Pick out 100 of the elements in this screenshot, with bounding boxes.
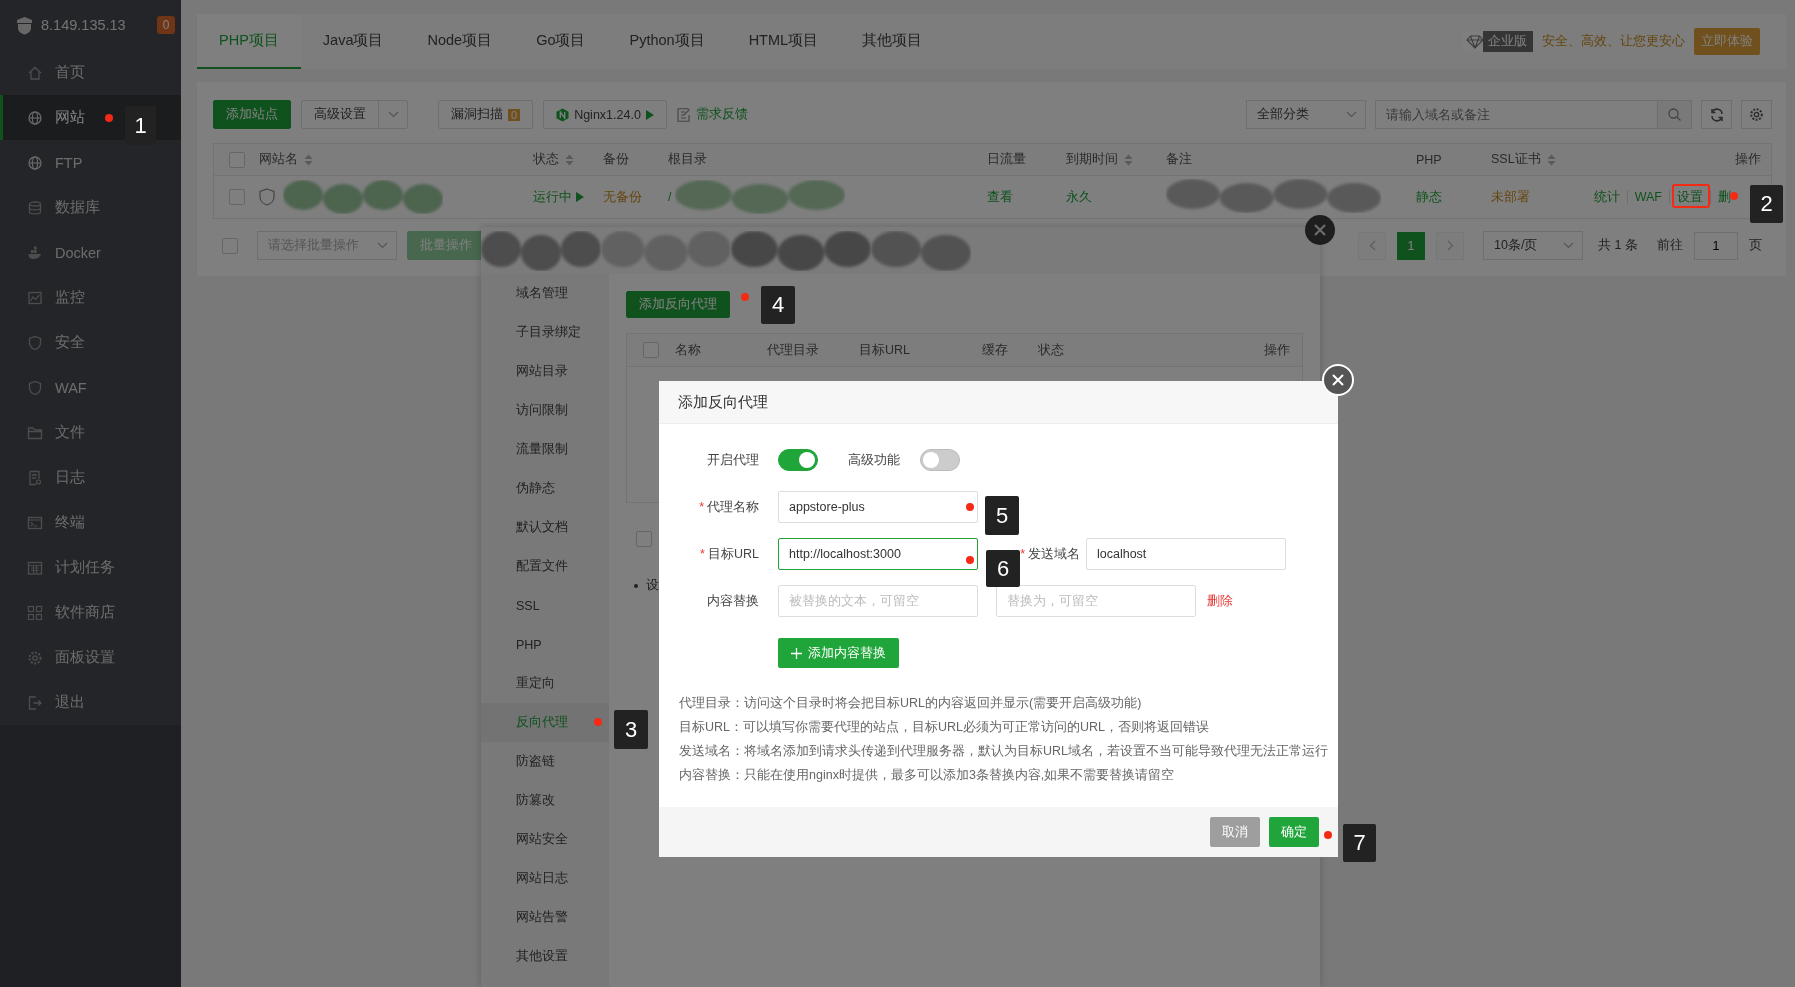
column-header: 代理目录 (767, 341, 820, 359)
project-tab[interactable]: Node项目 (405, 14, 515, 69)
settings-menu-item[interactable]: 防盗链 (481, 742, 609, 781)
settings-menu-item[interactable]: 其他设置 (481, 937, 609, 976)
column-header: 缓存 (982, 341, 1009, 359)
settings-menu-item[interactable]: 网站告警 (481, 898, 609, 937)
checkbox[interactable] (228, 151, 245, 168)
sidebar-item[interactable]: 退出 (0, 680, 181, 725)
try-now-button[interactable]: 立即体验 (1694, 28, 1760, 55)
sidebar-item[interactable]: 安全 (0, 320, 181, 365)
toggle-switch[interactable] (778, 449, 818, 471)
vulnerability-scan-button[interactable]: 漏洞扫描 0 (438, 100, 534, 129)
sidebar-item[interactable]: 计划任务 (0, 545, 181, 590)
settings-menu-item[interactable]: 网站安全 (481, 820, 609, 859)
search-field[interactable]: 请输入域名或备注 (1375, 100, 1658, 129)
cancel-button[interactable]: 取消 (1210, 817, 1260, 847)
settings-menu-item[interactable]: 重定向 (481, 664, 609, 703)
advanced-settings-dropdown[interactable]: 高级设置 (301, 100, 408, 129)
project-tab[interactable]: 其他项目 (840, 14, 945, 69)
field-label: * 发送域名 (1019, 545, 1080, 563)
project-tab[interactable]: Java项目 (300, 14, 406, 69)
settings-menu-item[interactable]: 流量限制 (481, 430, 609, 469)
settings-menu-item[interactable]: SSL (481, 586, 609, 625)
page-input[interactable]: 1 (1694, 231, 1738, 260)
sidebar-item[interactable]: 文件 (0, 410, 181, 455)
search-icon (1668, 108, 1681, 121)
action-link[interactable]: 统计 (1586, 190, 1628, 204)
sidebar-item[interactable]: 日志 (0, 455, 181, 500)
settings-menu-item[interactable]: 伪静态 (481, 469, 609, 508)
sidebar-item[interactable]: 终端 (0, 500, 181, 545)
settings-menu-item[interactable]: 反向代理 (481, 703, 609, 742)
add-site-button[interactable]: 添加站点 (213, 100, 291, 129)
action-link[interactable]: WAF (1627, 190, 1670, 204)
settings-menu-item[interactable]: 防篡改 (481, 781, 609, 820)
sidebar-item[interactable]: 软件商店 (0, 590, 181, 635)
search-button[interactable] (1658, 100, 1692, 129)
settings-menu-item[interactable]: 默认文档 (481, 508, 609, 547)
project-tab[interactable]: HTML项目 (726, 14, 841, 69)
sidebar-item[interactable]: Docker (0, 230, 181, 275)
page-unit: 页 (1749, 237, 1762, 254)
settings-menu-item[interactable]: PHP (481, 625, 609, 664)
settings-menu-item[interactable]: 网站目录 (481, 352, 609, 391)
page-button[interactable]: 1 (1397, 231, 1426, 260)
sidebar-item[interactable]: 面板设置 (0, 635, 181, 680)
category-select[interactable]: 全部分类 (1246, 100, 1366, 129)
play-icon (645, 109, 654, 120)
nginx-button[interactable]: Nginx1.24.0 (543, 100, 667, 129)
page-size-select[interactable]: 10条/页 (1483, 231, 1584, 260)
sort-icon[interactable] (1124, 153, 1133, 166)
checkbox[interactable] (222, 237, 238, 254)
settings-menu-item[interactable]: 域名管理 (481, 274, 609, 313)
sidebar-item[interactable]: WAF (0, 365, 181, 410)
sidebar-item[interactable]: 监控 (0, 275, 181, 320)
backup-text[interactable]: 无备份 (603, 188, 642, 206)
expiry-text[interactable]: 永久 (1066, 188, 1092, 206)
sidebar-item[interactable]: 数据库 (0, 185, 181, 230)
settings-menu-item[interactable]: 子目录绑定 (481, 313, 609, 352)
checkbox[interactable] (228, 189, 245, 205)
add-replacement-button[interactable]: 添加内容替换 (778, 638, 899, 668)
project-tab[interactable]: Python项目 (607, 14, 727, 69)
add-proxy-button[interactable]: 添加反向代理 (626, 291, 730, 318)
caret-icon (387, 111, 399, 118)
input-field[interactable]: 替换为，可留空 (996, 585, 1196, 617)
action-link[interactable]: 删 (1711, 190, 1731, 204)
input-field[interactable]: http://localhost:3000 (778, 538, 978, 570)
next-page-button[interactable] (1436, 231, 1465, 260)
checkbox[interactable] (643, 342, 659, 358)
input-field[interactable]: appstore-plus (778, 491, 978, 523)
help-text: 目标URL：可以填写你需要代理的站点，目标URL必须为可正常访问的URL，否则将返回错误 (679, 719, 1211, 736)
refresh-icon (1709, 107, 1724, 122)
document-icon (27, 469, 43, 486)
input-field[interactable]: 被替换的文本，可留空 (778, 585, 978, 617)
step-tooltip: 4 (761, 286, 795, 324)
project-tab[interactable]: Go项目 (514, 14, 608, 69)
action-link[interactable]: 设置 (1670, 190, 1711, 204)
previous-page-button[interactable] (1358, 231, 1387, 260)
status-text[interactable]: 运行中 (533, 188, 572, 206)
settings-button[interactable] (1741, 100, 1772, 129)
traffic-link[interactable]: 查看 (987, 188, 1013, 206)
notification-badge[interactable]: 0 (157, 16, 175, 34)
sort-icon[interactable] (1546, 153, 1556, 166)
input-field[interactable]: localhost (1086, 538, 1286, 570)
toggle-switch[interactable] (920, 449, 960, 471)
confirm-button[interactable]: 确定 (1269, 817, 1319, 847)
feedback-link[interactable]: 需求反馈 (676, 106, 748, 123)
php-version[interactable]: 静态 (1416, 188, 1442, 206)
ssl-status[interactable]: 未部署 (1491, 188, 1530, 206)
column-header: 操作 (1263, 341, 1291, 359)
sidebar-item[interactable]: 首页 (0, 50, 181, 95)
sort-icon[interactable] (565, 153, 574, 166)
settings-menu-item[interactable]: 配置文件 (481, 547, 609, 586)
checkbox[interactable] (636, 531, 652, 547)
refresh-button[interactable] (1701, 100, 1732, 129)
settings-icon (27, 649, 43, 666)
sort-icon[interactable] (304, 153, 313, 166)
root-path[interactable]: / (668, 190, 672, 204)
settings-menu-item[interactable]: 网站日志 (481, 859, 609, 898)
delete-link[interactable]: 删除 (1207, 592, 1233, 610)
settings-menu-item[interactable]: 访问限制 (481, 391, 609, 430)
marker-dot (1324, 831, 1332, 839)
